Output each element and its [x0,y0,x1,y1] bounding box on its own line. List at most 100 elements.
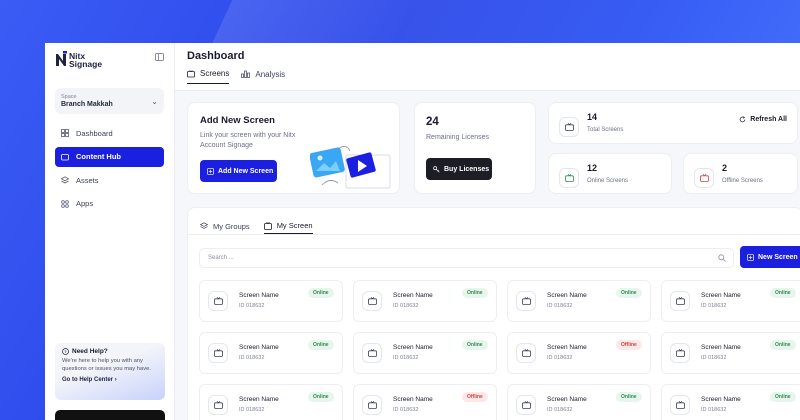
screen-id: ID 018632 [547,303,573,309]
tab-screens[interactable]: Screens [187,69,230,84]
new-screen-button-label: New Screen [758,253,798,261]
svg-text:?: ? [64,349,67,354]
stat-icon-offline [694,168,714,188]
space-value: Branch Makkah [61,101,113,108]
screen-id: ID 018632 [393,303,419,309]
tv-icon [670,395,690,415]
help-center-link[interactable]: Go to Help Center › [62,377,158,383]
help-card: ? Need Help? We're here to help you with… [55,343,165,400]
grid-icon [61,129,69,137]
refresh-all-button[interactable]: Refresh All [739,116,787,123]
tv-icon [516,395,536,415]
sidebar-collapse-icon[interactable] [155,53,164,61]
sidebar-item-label: Content Hub [76,152,121,161]
offline-screens-label: Offline Screens [722,178,763,184]
screen-card[interactable]: Screen Name ID 018632 Online [353,332,497,374]
space-selector[interactable]: Space Branch Makkah ⌄ [55,88,164,114]
stat-icon-online [559,168,579,188]
screen-card[interactable]: Screen Name ID 018632 Online [661,332,800,374]
list-tabs: My Groups My Screen [188,208,800,235]
add-screen-title: Add New Screen [200,115,275,126]
screen-card[interactable]: Screen Name ID 018632 Offline [353,384,497,420]
screen-card[interactable]: Screen Name ID 018632 Online [507,384,651,420]
logo-mark-icon [56,51,67,66]
screen-card[interactable]: Screen Name ID 018632 Online [353,280,497,322]
tv-online-icon [564,174,574,182]
screens-list-panel: My Groups My Screen Search ... New Scree… [187,207,800,420]
tv-icon [208,291,228,311]
screen-id: ID 018632 [239,303,265,309]
screen-name: Screen Name [239,292,279,299]
sidebar-nav: Dashboard Content Hub Assets Apps [55,123,164,214]
screen-name: Screen Name [701,292,741,299]
buy-licenses-button-label: Buy Licenses [444,165,490,173]
sidebar-item-label: Apps [76,199,94,208]
screen-card[interactable]: Screen Name ID 018632 Online [661,280,800,322]
folder-icon [61,153,69,160]
screen-name: Screen Name [547,292,587,299]
total-screens-card: 14 Total Screens Refresh All [548,102,798,144]
add-new-screen-button-label: Add New Screen [218,167,274,175]
tab-my-groups-label: My Groups [213,221,250,231]
tv-icon [362,395,382,415]
stack-icon [200,222,208,229]
screen-card[interactable]: Screen Name ID 018632 Online [199,332,343,374]
screen-id: ID 018632 [239,355,265,361]
refresh-all-label: Refresh All [750,116,787,123]
status-badge: Online [308,340,334,350]
sidebar-item-assets[interactable]: Assets [55,170,164,190]
screen-name: Screen Name [547,396,587,403]
search-icon [718,254,726,262]
screen-card[interactable]: Screen Name ID 018632 Online [507,280,651,322]
help-circle-icon: ? [62,348,69,355]
licenses-count: 24 [426,116,439,128]
stat-icon-total [559,117,579,137]
offline-screens-card: 2 Offline Screens [683,153,798,194]
online-screens-value: 12 [587,163,598,173]
licenses-card: 24 Remaining Licenses Buy Licenses [414,102,536,194]
screen-card[interactable]: Screen Name ID 018632 Online [199,280,343,322]
buy-licenses-button[interactable]: Buy Licenses [426,158,492,180]
screen-id: ID 018632 [701,355,727,361]
tv-icon [670,343,690,363]
screen-id: ID 018632 [393,407,419,413]
screen-name: Screen Name [701,344,741,351]
screen-id: ID 018632 [701,303,727,309]
tab-screens-label: Screens [200,69,230,78]
new-screen-button[interactable]: New Screen [740,246,800,268]
add-new-screen-button[interactable]: Add New Screen [200,160,277,182]
status-badge: Online [462,288,488,298]
status-badge: Offline [462,392,488,402]
tab-my-groups[interactable]: My Groups [200,218,250,234]
layers-icon [61,176,69,184]
screen-icon [187,69,195,77]
screen-id: ID 018632 [393,355,419,361]
user-profile-chip[interactable] [55,410,165,420]
screen-id: ID 018632 [547,407,573,413]
space-label: Space [61,94,77,100]
search-input[interactable]: Search ... [199,248,734,268]
refresh-icon [740,116,746,123]
key-icon [433,165,440,173]
sidebar-item-dashboard[interactable]: Dashboard [55,123,164,143]
tv-icon [208,395,228,415]
screen-card[interactable]: Screen Name ID 018632 Online [199,384,343,420]
status-badge: Online [770,288,796,298]
online-screens-label: Online Screens [587,178,629,184]
tab-analysis[interactable]: Analysis [241,69,285,84]
tab-my-screen[interactable]: My Screen [263,218,313,234]
search-placeholder: Search ... [208,255,234,261]
sidebar-item-content-hub[interactable]: Content Hub [55,146,164,167]
status-badge: Online [616,392,642,402]
help-center-link-text: Go to Help Center [62,377,114,383]
licenses-label: Remaining Licenses [426,134,490,141]
sidebar-item-apps[interactable]: Apps [55,194,164,214]
sidebar: Nitx Signage Space Branch Makkah ⌄ Dashb… [45,43,175,420]
status-badge: Online [308,392,334,402]
status-badge: Online [770,340,796,350]
online-screens-card: 12 Online Screens [548,153,672,194]
tv-icon [670,291,690,311]
screen-card[interactable]: Screen Name ID 018632 Online [661,384,800,420]
screen-card[interactable]: Screen Name ID 018632 Offline [507,332,651,374]
screen-id: ID 018632 [701,407,727,413]
